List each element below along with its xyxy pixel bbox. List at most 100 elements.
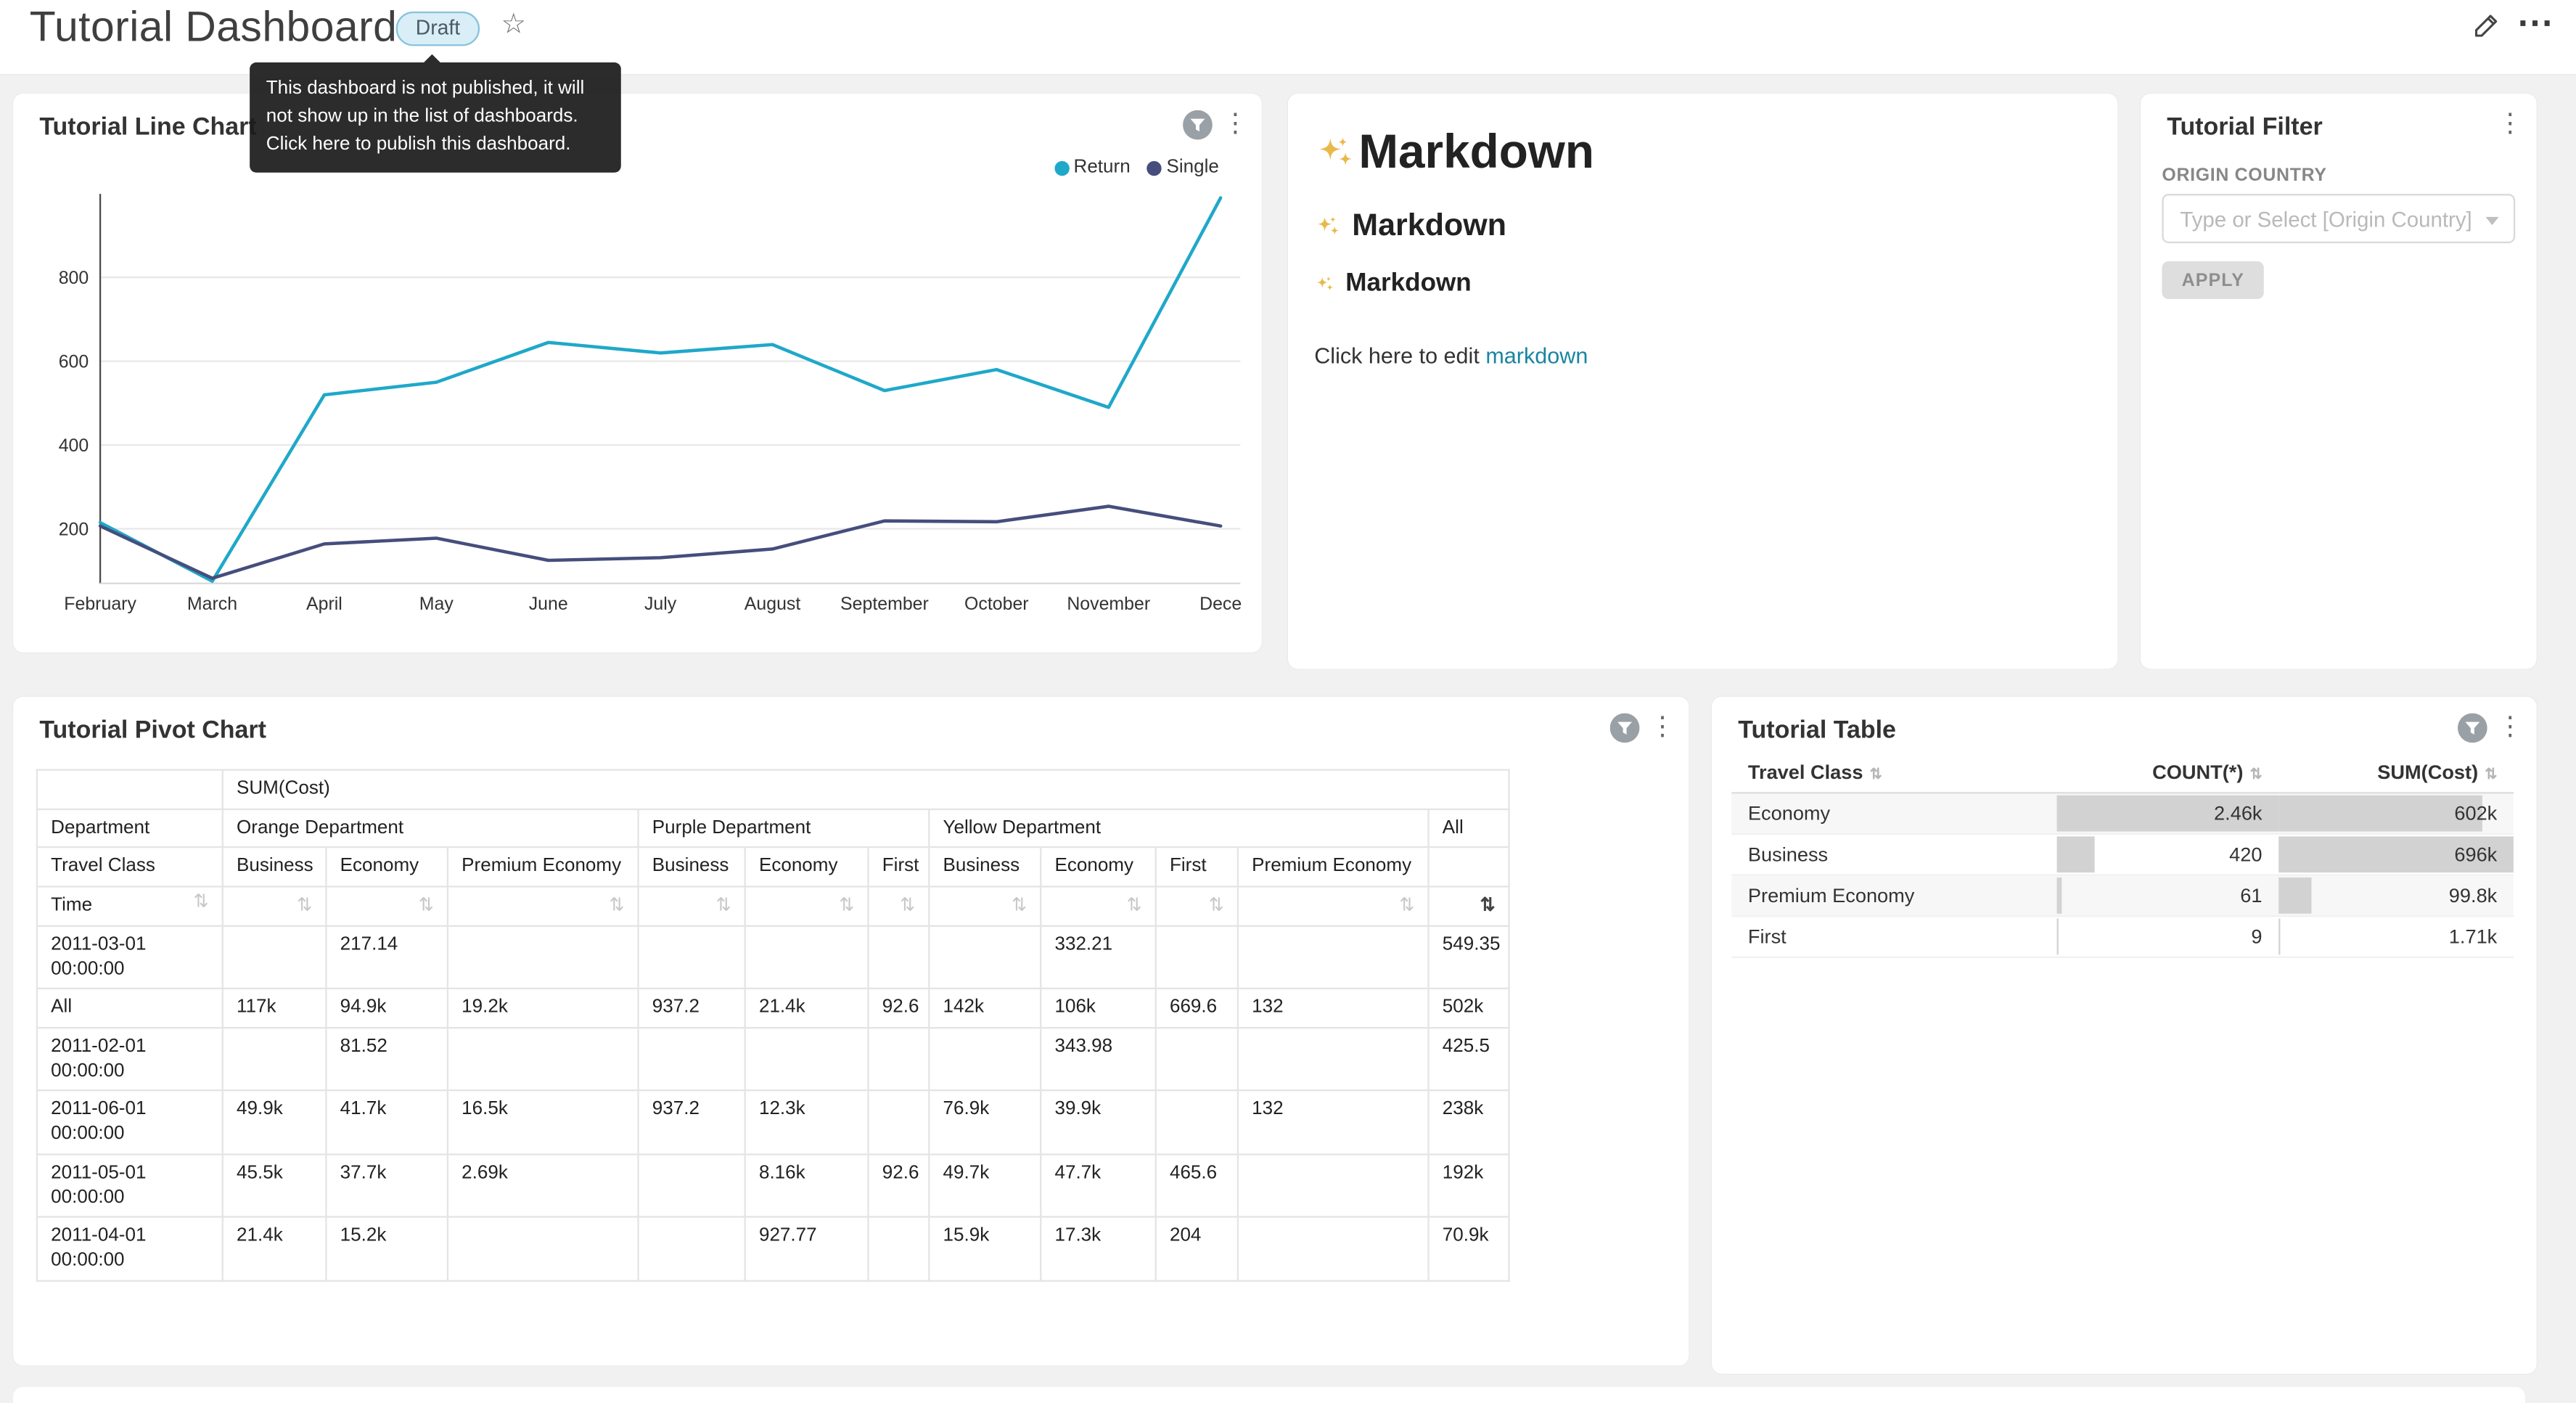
sort-icon: ⇅ <box>2485 766 2497 782</box>
pivot-value-cell: 15.2k <box>326 1217 448 1280</box>
pivot-value-cell: 2.69k <box>448 1154 639 1217</box>
sort-icon[interactable]: ⇅ <box>900 897 915 915</box>
data-table: Travel Class⇅COUNT(*)⇅SUM(Cost)⇅Economy2… <box>1731 753 2514 958</box>
table-card-title: Tutorial Table <box>1738 716 1896 744</box>
pivot-value-cell: 465.6 <box>1156 1154 1238 1217</box>
edit-dashboard-icon[interactable] <box>2472 12 2500 48</box>
travel-class-cell: Premium Economy <box>1731 875 2056 917</box>
markdown-edit-link[interactable]: markdown <box>1485 343 1588 368</box>
pivot-value-cell <box>639 1217 745 1280</box>
filter-menu-icon[interactable]: ⋮ <box>2497 110 2523 140</box>
pivot-chart-card: Tutorial Pivot Chart ⋮ SUM(Cost)Departme… <box>13 697 1689 1365</box>
pivot-value-cell: 37.7k <box>326 1154 448 1217</box>
pivot-value-cell <box>745 925 869 989</box>
pivot-value-cell: 332.21 <box>1041 925 1155 989</box>
legend-dot-icon <box>1147 160 1161 175</box>
pencil-icon <box>2472 12 2500 39</box>
line-chart-svg: 200400600800FebruaryMarchAprilMayJuneJul… <box>33 189 1248 619</box>
pivot-sort-cell: ⇅ <box>1156 887 1238 926</box>
table-row: Business420696k <box>1731 834 2514 875</box>
count-cell: 2.46k <box>2057 793 2279 834</box>
markdown-heading-3-text: Markdown <box>1345 269 1472 299</box>
sum-cell: 99.8k <box>2278 875 2514 917</box>
apply-button[interactable]: APPLY <box>2162 261 2264 299</box>
pivot-value-cell: 204 <box>1156 1217 1238 1280</box>
column-header-sum-cost[interactable]: SUM(Cost)⇅ <box>2278 753 2514 793</box>
sum-bar <box>2278 919 2279 955</box>
legend-item[interactable]: Single <box>1147 158 1219 177</box>
pivot-value-cell: 92.6 <box>869 1154 930 1217</box>
pivot-value-cell: 41.7k <box>326 1091 448 1154</box>
select-placeholder: Type or Select [Origin Country] <box>2180 206 2472 231</box>
dashboard-menu-icon[interactable]: ⋯ <box>2516 1 2553 44</box>
pivot-sort-cell: ⇅ <box>1238 887 1429 926</box>
svg-text:Dece: Dece <box>1199 594 1242 614</box>
pivot-sort-cell: ⇅ <box>326 887 448 926</box>
pivot-value-cell <box>448 925 639 989</box>
pivot-value-cell: 16.5k <box>448 1091 639 1154</box>
pivot-value-cell: 8.16k <box>745 1154 869 1217</box>
applied-filter-icon[interactable] <box>2458 713 2487 743</box>
origin-country-select[interactable]: Type or Select [Origin Country] <box>2162 194 2515 243</box>
sort-icon[interactable]: ⇅ <box>194 894 209 912</box>
pivot-row-label: 2011-03-01 00:00:00 <box>37 925 223 989</box>
sort-icon: ⇅ <box>1870 766 1882 782</box>
legend-item[interactable]: Return <box>1054 158 1130 177</box>
pivot-value-cell: 15.9k <box>929 1217 1041 1280</box>
markdown-heading-2: Markdown <box>1314 209 2091 245</box>
sort-icon[interactable]: ⇅ <box>1480 897 1496 915</box>
pivot-column-header: Economy <box>1041 848 1155 887</box>
sort-icon[interactable]: ⇅ <box>609 897 624 915</box>
sort-icon[interactable]: ⇅ <box>716 897 731 915</box>
pivot-value-cell: 21.4k <box>223 1217 327 1280</box>
line-chart-card: Tutorial Line Chart ⋮ ReturnSingle 20040… <box>13 94 1262 653</box>
favorite-star-icon[interactable]: ☆ <box>501 8 527 41</box>
pivot-value-cell <box>448 1028 639 1091</box>
chart-menu-icon[interactable]: ⋮ <box>2497 713 2523 743</box>
sort-icon[interactable]: ⇅ <box>1399 897 1414 915</box>
pivot-value-cell <box>639 1028 745 1091</box>
pivot-row: 2011-03-01 00:00:00217.14332.21549.35 <box>37 925 1509 989</box>
pivot-value-cell <box>929 1028 1041 1091</box>
pivot-row: All117k94.9k19.2k937.221.4k92.6142k106k6… <box>37 989 1509 1028</box>
sort-icon[interactable]: ⇅ <box>297 897 312 915</box>
count-cell: 420 <box>2057 834 2279 875</box>
pivot-value-cell <box>869 1028 930 1091</box>
draft-badge[interactable]: Draft <box>396 12 480 46</box>
count-cell: 9 <box>2057 916 2279 957</box>
pivot-value-cell: 49.9k <box>223 1091 327 1154</box>
sort-icon[interactable]: ⇅ <box>839 897 854 915</box>
pivot-table: SUM(Cost)DepartmentOrange DepartmentPurp… <box>36 769 1510 1282</box>
dashboard-page: Tutorial Dashboard Draft ☆ ⋯ This dashbo… <box>0 0 2576 1402</box>
pivot-row: 2011-05-01 00:00:0045.5k37.7k2.69k8.16k9… <box>37 1154 1509 1217</box>
sort-icon[interactable]: ⇅ <box>419 897 434 915</box>
column-header-count[interactable]: COUNT(*)⇅ <box>2057 753 2279 793</box>
applied-filter-icon[interactable] <box>1183 110 1213 140</box>
pivot-value-cell: 70.9k <box>1429 1217 1509 1280</box>
table-row: Premium Economy6199.8k <box>1731 875 2514 917</box>
pivot-sort-cell: ⇅ <box>223 887 327 926</box>
pivot-value-cell <box>869 925 930 989</box>
pivot-row-label: 2011-04-01 00:00:00 <box>37 1217 223 1280</box>
chart-menu-icon[interactable]: ⋮ <box>1649 713 1675 743</box>
svg-text:September: September <box>840 594 929 614</box>
markdown-heading-1-text: Markdown <box>1358 126 1594 181</box>
applied-filter-icon[interactable] <box>1610 713 1640 743</box>
pivot-group-header: All <box>1429 809 1509 848</box>
sort-icon[interactable]: ⇅ <box>1012 897 1027 915</box>
travel-class-cell: First <box>1731 916 2056 957</box>
funnel-icon <box>2458 713 2487 743</box>
chart-menu-icon[interactable]: ⋮ <box>1222 110 1248 140</box>
pivot-value-cell <box>929 925 1041 989</box>
pivot-value-cell: 12.3k <box>745 1091 869 1154</box>
pivot-sort-cell: ⇅ <box>869 887 930 926</box>
sort-icon[interactable]: ⇅ <box>1127 897 1142 915</box>
pivot-value-cell: 47.7k <box>1041 1154 1155 1217</box>
sort-icon[interactable]: ⇅ <box>1209 897 1224 915</box>
column-header-travel-class[interactable]: Travel Class⇅ <box>1731 753 2056 793</box>
pivot-value-cell: 81.52 <box>326 1028 448 1091</box>
count-bar <box>2057 836 2095 872</box>
pivot-value-cell: 217.14 <box>326 925 448 989</box>
pivot-row-label: All <box>37 989 223 1028</box>
markdown-paragraph: Click here to edit markdown <box>1314 343 2091 368</box>
